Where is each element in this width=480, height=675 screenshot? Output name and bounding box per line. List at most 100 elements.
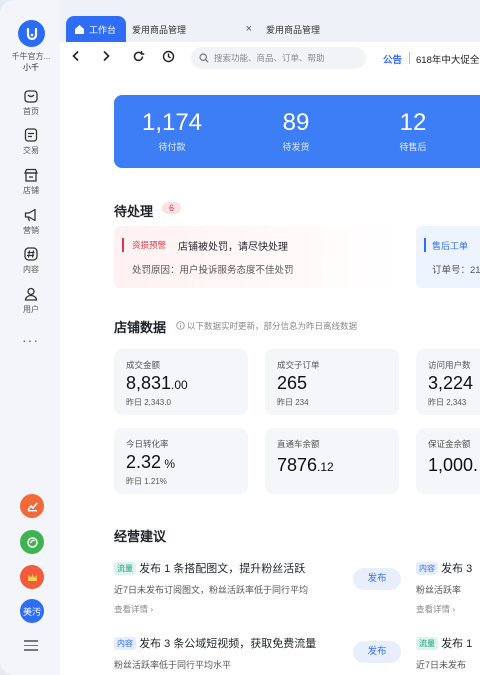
search-icon	[199, 53, 209, 63]
alert-bar	[122, 238, 124, 252]
todo-count-badge: 6	[162, 202, 182, 214]
sidebar-item-label: 内容	[23, 265, 39, 274]
sidebar-item-store[interactable]: 店铺	[8, 167, 54, 201]
todo-card-penalty[interactable]: 资损预警 店铺被处罚，请尽快处理 处罚原因：用户投诉服务态度不佳处罚	[114, 226, 398, 288]
sidebar-item-user[interactable]: 用户	[8, 286, 54, 320]
advice-desc: 粉丝活跃率低于同行平均水平	[114, 660, 232, 670]
shop-name: 千牛官方...	[11, 52, 51, 61]
advice-item[interactable]: 内容 发布 3 粉丝活跃率 查看详情 ›	[416, 560, 472, 615]
tab-product-manage-1[interactable]: 爱用商品管理 ×	[132, 16, 252, 42]
shop-logo[interactable]	[18, 20, 45, 47]
publish-button[interactable]: 发布	[353, 568, 401, 590]
metric-label: 成交子订单	[277, 360, 320, 370]
metric-gmv[interactable]: 成交金额 8,831.00 昨日 2,343.0	[114, 349, 248, 415]
advice-desc: 近7日未发布	[416, 660, 467, 670]
sidebar-item-label: 营销	[23, 226, 39, 235]
metric-label: 今日转化率	[126, 439, 169, 449]
marketing-icon	[24, 208, 36, 222]
advice-tag: 流量	[416, 637, 438, 650]
tab-workbench[interactable]: 工作台	[66, 16, 127, 42]
metric-value: 265	[277, 373, 308, 393]
metric-deposit-balance[interactable]: 保证金余额 1,000.	[416, 428, 480, 494]
stat-pending-payment[interactable]: 1,174 待付款	[127, 109, 217, 153]
stat-value: 12	[399, 109, 427, 136]
stat-pending-aftersale[interactable]: 12 待售后	[368, 109, 458, 153]
stat-label: 待发货	[282, 142, 310, 152]
more-icon[interactable]: ···	[22, 332, 39, 348]
sidebar-item-home[interactable]: 首页	[8, 88, 54, 122]
close-icon[interactable]: ×	[246, 23, 252, 35]
metric-sub-orders[interactable]: 成交子订单 265 昨日 234	[265, 349, 399, 415]
home-tab-icon	[75, 24, 84, 34]
tab-product-manage-2[interactable]: 爱用商品管理	[266, 16, 386, 42]
metric-value: 2.32 %	[126, 452, 176, 472]
stat-label: 待售后	[399, 142, 427, 152]
metric-yesterday: 昨日 2,343	[428, 398, 467, 407]
advice-desc: 近7日未发布订阅图文，粉丝活跃率低于同行平均	[114, 585, 309, 595]
metric-value: 8,831.00	[126, 373, 188, 393]
metric-value: 7876.12	[277, 455, 334, 475]
info-icon[interactable]	[176, 321, 185, 330]
tab-bar: 工作台 爱用商品管理 × 爱用商品管理	[60, 12, 480, 42]
advice-title-text: 发布 3	[441, 563, 473, 575]
history-icon[interactable]	[160, 50, 176, 66]
metric-conversion[interactable]: 今日转化率 2.32 % 昨日 1.21%	[114, 428, 248, 494]
advice-desc: 粉丝活跃率	[416, 585, 462, 595]
advice-detail-link[interactable]: 查看详情 ›	[114, 603, 308, 615]
crown-app-icon[interactable]	[20, 565, 44, 589]
todo-tag: 资损预警	[132, 240, 167, 250]
sidebar-item-trade[interactable]: 交易	[8, 127, 54, 161]
advice-tag: 流量	[114, 562, 136, 575]
metric-value: 1,000.	[428, 455, 479, 475]
search-placeholder: 搜索功能、商品、订单、帮助	[214, 53, 325, 63]
stat-value: 89	[282, 109, 310, 136]
menu-icon[interactable]	[24, 640, 38, 654]
alert-bar	[424, 238, 426, 252]
shop-data-title: 店铺数据	[114, 320, 167, 335]
back-icon[interactable]	[68, 50, 84, 66]
advice-detail-link[interactable]: 查看详情 ›	[416, 603, 472, 615]
main-content: 1,174 待付款 89 待发货 12 待售后 待处理 6 资损预警 店铺被处罚…	[60, 74, 480, 675]
search-input[interactable]: 搜索功能、商品、订单、帮助	[191, 47, 366, 69]
sidebar-item-content[interactable]: 内容	[8, 246, 54, 280]
content-icon	[24, 247, 38, 261]
sidebar-item-label: 交易	[23, 146, 39, 155]
advice-tag: 内容	[416, 562, 438, 575]
shop-data-note: 以下数据实时更新，部分信息为昨日离线数据	[187, 321, 358, 331]
todo-order-number: 订单号：21	[432, 265, 480, 276]
forward-icon[interactable]	[98, 50, 114, 66]
advice-title: 经营建议	[114, 529, 167, 544]
tab-label: 爱用商品管理	[266, 24, 321, 35]
notice-label[interactable]: 公告	[383, 52, 402, 66]
tab-label: 爱用商品管理	[132, 24, 187, 35]
notice-text[interactable]: 618年中大促全	[416, 52, 479, 66]
metric-label: 成交金额	[126, 360, 161, 370]
leaf-app-icon[interactable]	[20, 530, 44, 554]
publish-button[interactable]: 发布	[353, 641, 401, 663]
store-icon	[24, 168, 38, 182]
metric-visitors[interactable]: 访问用户数 3,224 昨日 2,343	[416, 349, 480, 415]
sidebar-item-marketing[interactable]: 营销	[8, 207, 54, 241]
chart-app-icon[interactable]	[20, 494, 44, 518]
advice-item[interactable]: 内容 发布 3 条公域短视频，获取免费流量 粉丝活跃率低于同行平均水平	[114, 635, 316, 671]
refresh-icon[interactable]	[130, 50, 146, 66]
advice-item[interactable]: 流量 发布 1 近7日未发布	[416, 635, 472, 671]
left-sidebar: 千牛官方... 小千 首页 交易 店铺 营销 内容 用户 ··· 美汚	[0, 0, 60, 675]
order-stats-banner: 1,174 待付款 89 待发货 12 待售后	[114, 95, 480, 168]
sidebar-item-label: 首页	[23, 107, 39, 116]
metric-ad-balance[interactable]: 直通车余额 7876.12	[265, 428, 399, 494]
sidebar-item-label: 店铺	[23, 186, 39, 195]
advice-item[interactable]: 流量 发布 1 条搭配图文，提升粉丝活跃 近7日未发布订阅图文，粉丝活跃率低于同…	[114, 560, 308, 615]
qianniu-logo-icon	[26, 27, 37, 40]
trade-icon	[24, 128, 38, 142]
tab-label: 工作台	[89, 24, 117, 35]
stat-pending-shipment[interactable]: 89 待发货	[251, 109, 341, 153]
sidebar-item-label: 用户	[23, 305, 39, 314]
meipai-app-icon[interactable]: 美汚	[20, 599, 44, 623]
todo-title-text: 店铺被处罚，请尽快处理	[178, 242, 288, 253]
metric-yesterday: 昨日 234	[277, 398, 309, 407]
todo-card-aftersale[interactable]: 售后工单 订单号：21	[416, 226, 480, 288]
todo-title: 待处理	[114, 204, 154, 219]
metric-label: 直通车余额	[277, 439, 320, 449]
metric-yesterday: 昨日 1.21%	[126, 477, 167, 486]
